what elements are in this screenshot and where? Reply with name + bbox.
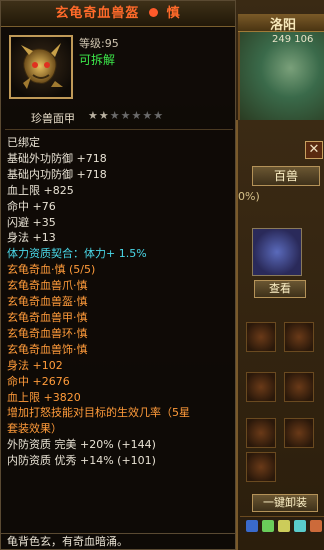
star-icon: ★: [120, 109, 132, 122]
skill-icon[interactable]: [246, 520, 258, 532]
item-tooltip: 玄龟奇血兽盔 慎 等级:95 可拆解 珍兽面甲 ★★★★★★★ 已绑定 基础外功…: [0, 0, 236, 534]
close-icon[interactable]: ✕: [305, 141, 323, 159]
equip-slot[interactable]: [246, 322, 276, 352]
item-icon: [9, 35, 73, 99]
attribute-line: 玄龟奇血兽爪·慎: [7, 279, 88, 293]
dismantle-label: 可拆解: [79, 53, 116, 67]
beast-portrait[interactable]: [252, 228, 302, 276]
view-button[interactable]: 查看: [254, 280, 306, 298]
separator-dot-icon: [148, 8, 158, 17]
attribute-line: 玄龟奇血兽盔·慎: [7, 295, 88, 309]
equip-slot[interactable]: [284, 418, 314, 448]
skill-icon[interactable]: [294, 520, 306, 532]
star-rating: ★★★★★★★: [88, 109, 164, 122]
equip-slot[interactable]: [284, 372, 314, 402]
attribute-line: 体力资质契合：体力+ 1.5%: [7, 247, 147, 261]
star-icon: ★: [109, 109, 121, 122]
level-label: 等级:95: [79, 37, 119, 50]
divider: [5, 129, 233, 130]
attribute-list: 已绑定基础外功防御 +718 基础内功防御 +718 血上限 +825 命中 +76 闪…: [7, 135, 233, 469]
item-name-suffix: 慎: [166, 6, 181, 21]
coordinates: 249 106: [272, 34, 314, 45]
attribute-line: 外防资质 完美 +20% (+144): [7, 438, 156, 452]
minimap[interactable]: [238, 32, 324, 122]
attribute-line: 命中 +2676: [7, 374, 70, 388]
star-icon: ★: [98, 109, 110, 122]
attribute-line: 身法 +13: [7, 231, 56, 245]
attribute-line: 玄龟奇血兽环·慎: [7, 326, 88, 340]
attribute-line: 血上限 +3820: [7, 390, 81, 404]
star-icon: ★: [153, 109, 165, 122]
attribute-line: 增加打怒技能对目标的生效几率（5星: [7, 406, 190, 420]
attribute-line: 套装效果）: [7, 422, 62, 436]
percent-label: 0%): [238, 190, 260, 203]
tab-baishou[interactable]: 百兽: [252, 166, 320, 186]
attribute-line: 闪避 +35: [7, 215, 56, 229]
attribute-line: 内防资质 优秀 +14% (+101): [7, 454, 156, 468]
equip-slot[interactable]: [284, 322, 314, 352]
attribute-line: 玄龟奇血兽饰·慎: [7, 342, 88, 356]
skill-icon[interactable]: [262, 520, 274, 532]
tooltip-title-bar: 玄龟奇血兽盔 慎: [1, 1, 235, 27]
attribute-line: 基础内功防御 +718: [7, 167, 107, 181]
skill-icon[interactable]: [278, 520, 290, 532]
attribute-line: 已绑定: [7, 136, 40, 149]
beast-helmet-icon: [21, 43, 63, 89]
unequip-all-button[interactable]: 一键卸装: [252, 494, 318, 512]
skill-icon[interactable]: [310, 520, 322, 532]
item-type-row: 珍兽面甲 ★★★★★★★: [1, 109, 237, 127]
attribute-line: 身法 +102: [7, 358, 63, 372]
city-name: 洛阳: [270, 18, 297, 33]
attribute-line: 玄龟奇血兽甲·慎: [7, 310, 88, 324]
attribute-line: 玄龟奇血·慎 (5/5): [7, 263, 96, 277]
attribute-line: 命中 +76: [7, 199, 56, 213]
attribute-line: 基础外功防御 +718: [7, 151, 107, 165]
item-description: 龟背色玄，有奇血暗涌。: [0, 534, 236, 550]
star-icon: ★: [88, 109, 99, 122]
item-name: 玄龟奇血兽盔: [55, 6, 140, 21]
equip-slot[interactable]: [246, 418, 276, 448]
item-type: 珍兽面甲: [31, 112, 75, 125]
equip-slot[interactable]: [246, 372, 276, 402]
star-icon: ★: [131, 109, 143, 122]
star-icon: ★: [142, 109, 154, 122]
equip-slot[interactable]: [246, 452, 276, 482]
attribute-line: 血上限 +825: [7, 183, 74, 197]
